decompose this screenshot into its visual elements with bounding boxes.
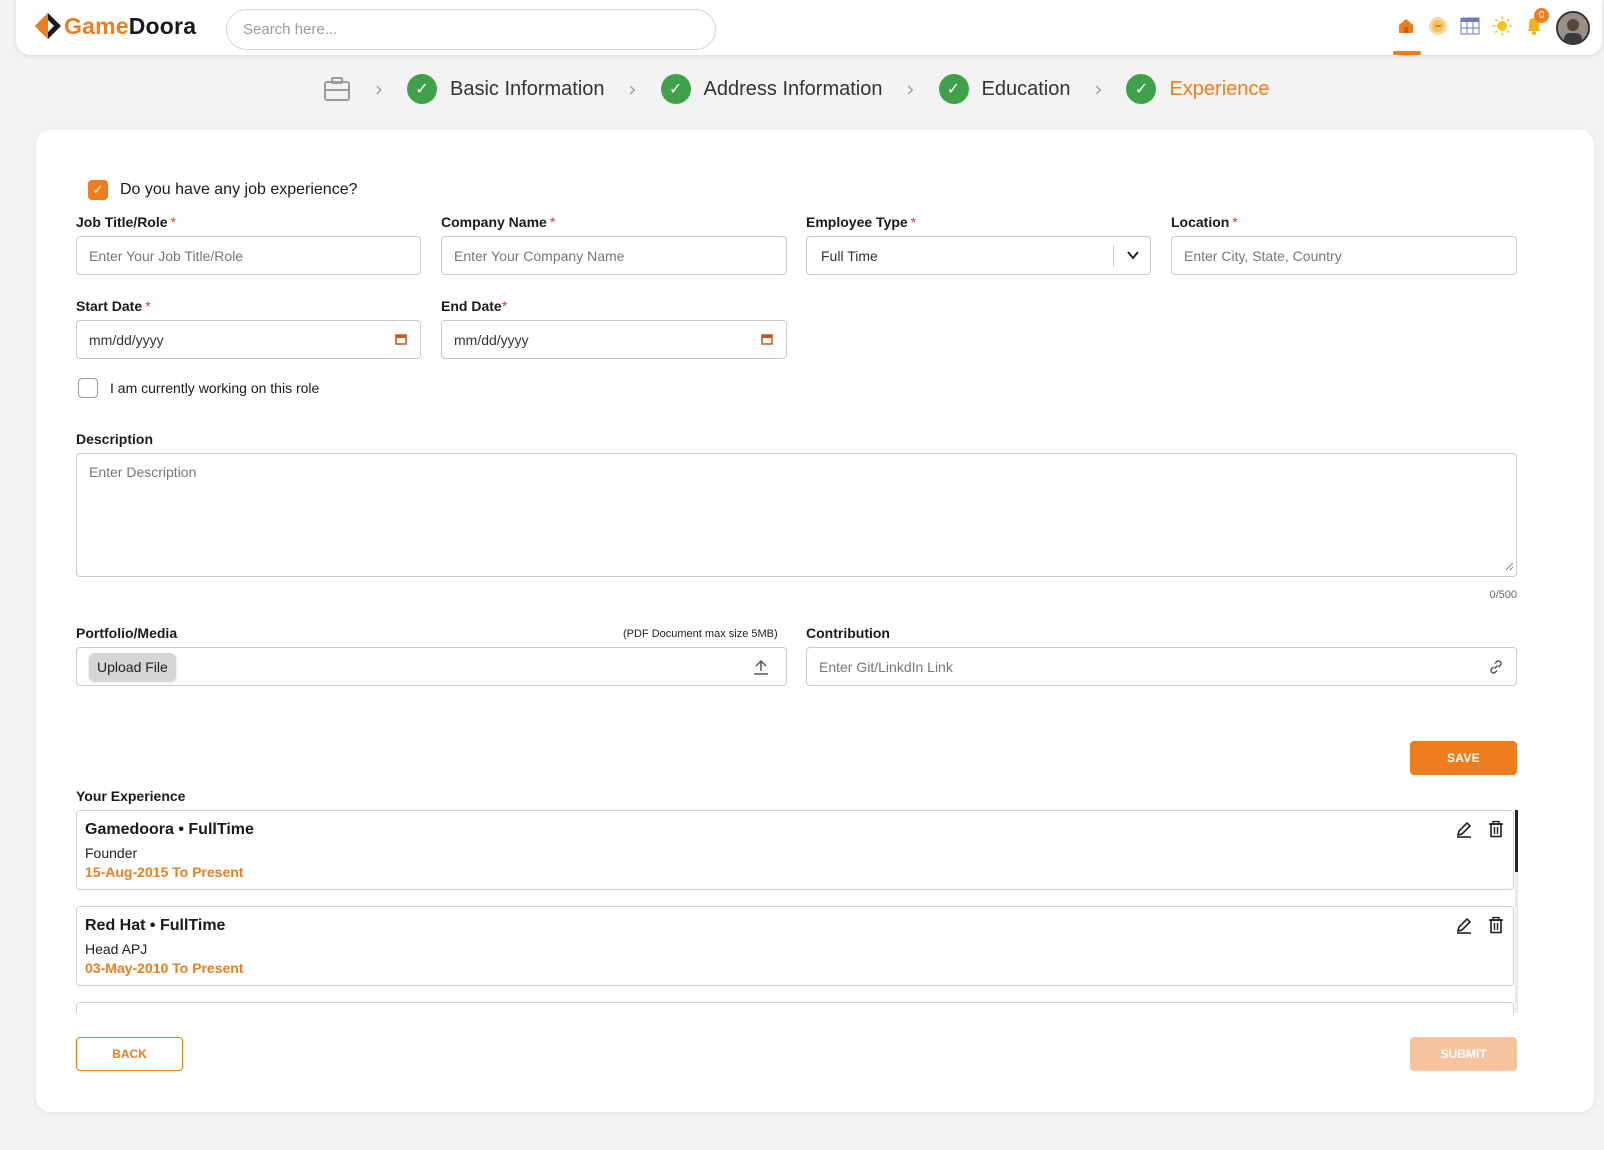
step-education[interactable]: ✓ Education: [938, 74, 1071, 104]
location-input[interactable]: Enter City, State, Country: [1171, 236, 1517, 275]
calendar-icon[interactable]: [394, 332, 408, 346]
calendar-grid-icon: [1460, 16, 1480, 41]
coin-icon: [1428, 16, 1448, 41]
edit-icon[interactable]: [1455, 820, 1473, 838]
scrollbar-thumb[interactable]: [1515, 810, 1518, 872]
experience-checkbox[interactable]: ✓: [88, 180, 108, 200]
step-label: Basic Information: [450, 77, 605, 100]
employee-type-label: Employee Type *: [806, 214, 917, 230]
active-indicator: [1393, 51, 1421, 55]
currently-working-toggle[interactable]: I am currently working on this role: [78, 378, 319, 398]
home-button[interactable]: [1390, 10, 1422, 55]
experience-role: Founder: [85, 845, 138, 861]
experience-item: Gamedoora • FullTime Founder 15-Aug-2015…: [76, 810, 1514, 890]
company-name-label: Company Name *: [441, 214, 556, 230]
back-button[interactable]: BACK: [76, 1037, 183, 1071]
check-circle-icon: ✓: [660, 74, 691, 104]
logo-text-doora: Doora: [128, 12, 197, 39]
coins-button[interactable]: [1422, 10, 1454, 46]
logo-text-game: Game: [64, 12, 129, 39]
sun-icon: [1492, 16, 1512, 41]
experience-title: Gamedoora • FullTime: [85, 821, 254, 838]
experience-role: Head APJ: [85, 941, 148, 957]
step-label: Address Information: [703, 77, 883, 100]
gamedoora-logo[interactable]: GameDoora: [34, 12, 196, 40]
experience-dates: 03-May-2010 To Present: [85, 960, 244, 976]
chevron-right-icon: ›: [375, 77, 383, 101]
description-textarea[interactable]: Enter Description: [76, 453, 1517, 577]
resize-handle-icon[interactable]: [1504, 558, 1514, 574]
home-icon: [1397, 17, 1415, 40]
chevron-down-icon: [1126, 248, 1140, 265]
job-title-input[interactable]: Enter Your Job Title/Role: [76, 236, 421, 275]
delete-icon[interactable]: [1487, 820, 1505, 838]
end-date-input[interactable]: mm/dd/yyyy: [441, 320, 787, 359]
calendar-icon[interactable]: [760, 332, 774, 346]
upload-icon[interactable]: [752, 658, 770, 679]
select-divider: [1113, 245, 1114, 267]
submit-button[interactable]: SUBMIT: [1410, 1037, 1517, 1071]
experience-toggle[interactable]: ✓ Do you have any job experience?: [88, 180, 358, 200]
location-label: Location *: [1171, 214, 1238, 230]
company-name-input[interactable]: Enter Your Company Name: [441, 236, 787, 275]
upload-file-button[interactable]: Upload File: [89, 653, 176, 681]
step-label: Experience: [1169, 77, 1270, 100]
start-date-input[interactable]: mm/dd/yyyy: [76, 320, 421, 359]
check-circle-icon: ✓: [938, 74, 969, 104]
job-title-label: Job Title/Role *: [76, 214, 176, 230]
experience-dates: 15-Aug-2015 To Present: [85, 864, 244, 880]
check-circle-icon: ✓: [1126, 74, 1157, 104]
calendar-grid-button[interactable]: [1454, 10, 1486, 46]
save-button[interactable]: SAVE: [1410, 741, 1517, 775]
chevron-right-icon: ›: [1094, 77, 1103, 101]
theme-toggle-button[interactable]: [1486, 10, 1518, 46]
avatar[interactable]: [1556, 11, 1590, 45]
experience-list[interactable]: Gamedoora • FullTime Founder 15-Aug-2015…: [76, 810, 1518, 1013]
step-label: Education: [981, 77, 1071, 100]
header-icons: 0: [1390, 8, 1590, 55]
step-experience[interactable]: ✓ Experience: [1126, 74, 1270, 104]
start-date-label: Start Date *: [76, 298, 151, 314]
currently-working-checkbox[interactable]: [78, 378, 98, 398]
employee-type-select[interactable]: Full Time: [806, 236, 1151, 275]
description-label: Description: [76, 431, 154, 447]
check-circle-icon: ✓: [407, 74, 437, 104]
experience-item-partial: [76, 1002, 1514, 1013]
experience-form-card: ✓ Do you have any job experience? Job Ti…: [36, 130, 1594, 1112]
chevron-right-icon: ›: [628, 77, 637, 101]
logo-icon: [34, 12, 62, 40]
chevron-right-icon: ›: [906, 77, 915, 101]
employee-type-value: Full Time: [821, 247, 878, 264]
experience-title: Red Hat • FullTime: [85, 917, 226, 934]
briefcase-icon: [323, 76, 351, 102]
contribution-input[interactable]: Enter Git/LinkdIn Link: [806, 647, 1517, 686]
link-icon: [1488, 659, 1504, 678]
contribution-label: Contribution: [806, 625, 890, 641]
top-navbar: GameDoora 0: [16, 0, 1602, 55]
description-counter: 0/500: [1489, 589, 1517, 601]
portfolio-label: Portfolio/Media: [76, 625, 178, 641]
portfolio-hint: (PDF Document max size 5MB): [623, 628, 778, 640]
notification-badge: 0: [1534, 8, 1549, 23]
search-input[interactable]: [226, 9, 716, 50]
experience-item: Red Hat • FullTime Head APJ 03-May-2010 …: [76, 906, 1514, 986]
delete-icon[interactable]: [1487, 916, 1505, 934]
currently-working-label: I am currently working on this role: [110, 380, 320, 396]
end-date-label: End Date*: [441, 298, 508, 314]
step-address-information[interactable]: ✓ Address Information: [660, 74, 883, 104]
portfolio-upload-field[interactable]: Upload File: [76, 647, 787, 686]
your-experience-heading: Your Experience: [76, 788, 186, 804]
experience-question: Do you have any job experience?: [120, 181, 358, 198]
experience-scrollbar[interactable]: [1515, 810, 1518, 1013]
notifications-button[interactable]: 0: [1518, 8, 1550, 46]
edit-icon[interactable]: [1455, 916, 1473, 934]
registration-stepper: › ✓ Basic Information › ✓ Address Inform…: [323, 72, 1270, 106]
step-basic-information[interactable]: ✓ Basic Information: [407, 74, 605, 104]
